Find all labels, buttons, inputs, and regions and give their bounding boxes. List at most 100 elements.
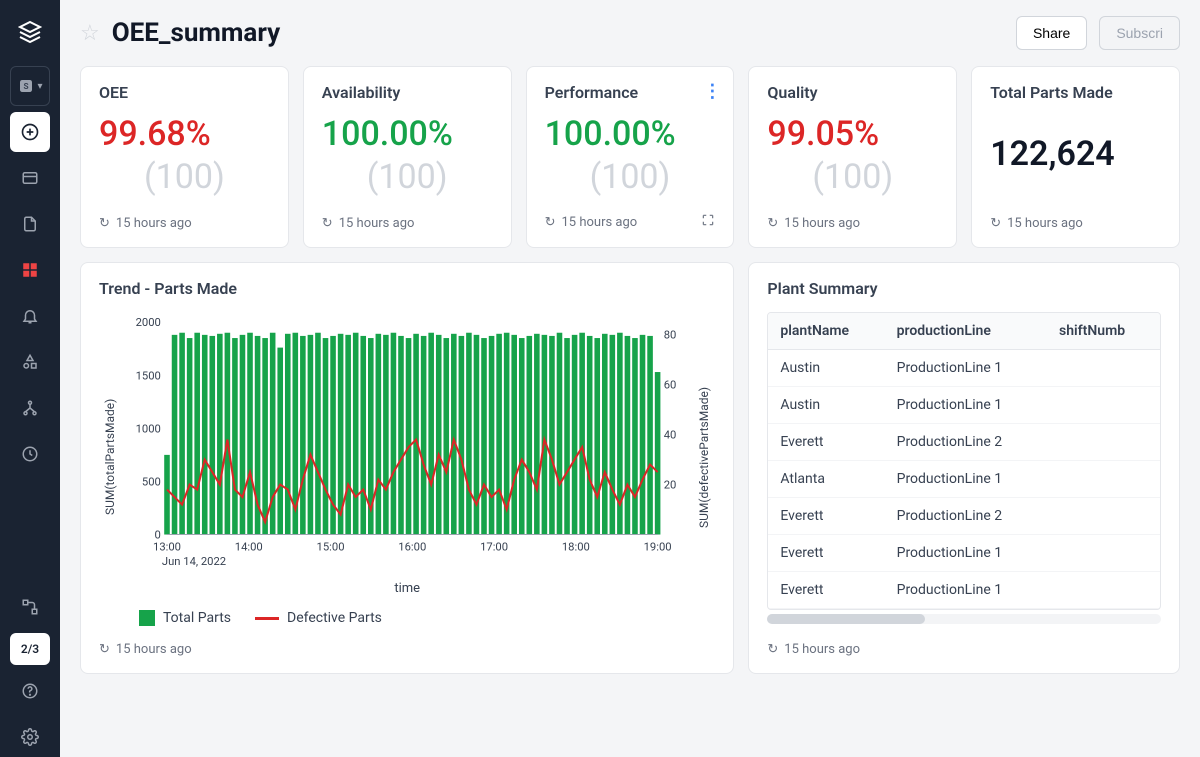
refresh-icon: ↻ bbox=[99, 216, 110, 231]
table-cell: Atlanta bbox=[768, 461, 884, 498]
history-icon[interactable] bbox=[10, 434, 50, 474]
bell-icon[interactable] bbox=[10, 296, 50, 336]
card-title: Total Parts Made bbox=[990, 83, 1161, 102]
card-title: Plant Summary bbox=[767, 279, 1161, 298]
table-cell bbox=[1047, 424, 1160, 461]
card-target: (100) bbox=[767, 157, 938, 197]
plant-table: plantNameproductionLineshiftNumbAustinPr… bbox=[768, 313, 1160, 609]
shapes-icon[interactable] bbox=[10, 342, 50, 382]
workspace-icon[interactable]: S ▾ bbox=[10, 66, 50, 106]
updated-label: 15 hours ago bbox=[1007, 216, 1083, 231]
card-icon[interactable] bbox=[10, 158, 50, 198]
settings-icon[interactable] bbox=[10, 717, 50, 757]
svg-text:40: 40 bbox=[664, 429, 677, 442]
table-row[interactable]: EverettProductionLine 2 bbox=[768, 498, 1160, 535]
table-row[interactable]: EverettProductionLine 1 bbox=[768, 572, 1160, 609]
table-cell: Everett bbox=[768, 424, 884, 461]
chart-plot[interactable]: 05001000150020002040608013:0014:0015:001… bbox=[121, 312, 693, 575]
svg-text:1000: 1000 bbox=[136, 423, 161, 436]
y1-axis-label: SUM(totalPartsMade) bbox=[99, 312, 121, 602]
svg-text:500: 500 bbox=[142, 476, 161, 489]
table-scroll[interactable]: plantNameproductionLineshiftNumbAustinPr… bbox=[767, 312, 1161, 610]
svg-text:0: 0 bbox=[155, 529, 161, 542]
card-title: OEE bbox=[99, 83, 270, 102]
legend-label: Defective Parts bbox=[287, 610, 382, 626]
svg-text:80: 80 bbox=[664, 329, 677, 342]
flow-icon[interactable] bbox=[10, 587, 50, 627]
svg-text:2000: 2000 bbox=[136, 317, 161, 330]
refresh-icon: ↻ bbox=[767, 216, 778, 231]
header: ☆ OEE_summary Share Subscri bbox=[60, 0, 1200, 66]
card-value: 100.00% bbox=[322, 116, 493, 153]
table-cell: ProductionLine 1 bbox=[885, 350, 1047, 387]
refresh-icon: ↻ bbox=[99, 642, 110, 657]
table-cell bbox=[1047, 461, 1160, 498]
table-cell bbox=[1047, 498, 1160, 535]
table-cell: Everett bbox=[768, 535, 884, 572]
document-icon[interactable] bbox=[10, 204, 50, 244]
updated-label: 15 hours ago bbox=[116, 216, 192, 231]
table-cell: ProductionLine 2 bbox=[885, 424, 1047, 461]
refresh-icon: ↻ bbox=[990, 216, 1001, 231]
svg-text:13:00: 13:00 bbox=[153, 541, 181, 554]
card-target: (100) bbox=[322, 157, 493, 197]
table-row[interactable]: EverettProductionLine 1 bbox=[768, 535, 1160, 572]
tree-icon[interactable] bbox=[10, 388, 50, 428]
table-row[interactable]: EverettProductionLine 2 bbox=[768, 424, 1160, 461]
table-cell: ProductionLine 1 bbox=[885, 387, 1047, 424]
table-cell bbox=[1047, 535, 1160, 572]
updated-label: 15 hours ago bbox=[116, 642, 192, 657]
svg-text:19:00: 19:00 bbox=[644, 541, 672, 554]
logo-icon[interactable] bbox=[10, 12, 50, 52]
card-value: 122,624 bbox=[990, 136, 1161, 173]
table-row[interactable]: AtlantaProductionLine 1 bbox=[768, 461, 1160, 498]
subscribe-button[interactable]: Subscri bbox=[1099, 16, 1180, 50]
svg-text:16:00: 16:00 bbox=[398, 541, 426, 554]
add-icon[interactable] bbox=[10, 112, 50, 152]
pager-badge[interactable]: 2/3 bbox=[10, 633, 50, 665]
svg-text:17:00: 17:00 bbox=[480, 541, 508, 554]
page-title: OEE_summary bbox=[112, 18, 280, 48]
star-icon[interactable]: ☆ bbox=[80, 21, 100, 46]
dashboard-icon[interactable] bbox=[10, 250, 50, 290]
card-target: (100) bbox=[99, 157, 270, 197]
table-cell bbox=[1047, 572, 1160, 609]
table-row[interactable]: AustinProductionLine 1 bbox=[768, 387, 1160, 424]
sidebar: S ▾ 2/3 bbox=[0, 0, 60, 757]
card-plant-summary: Plant Summary plantNameproductionLineshi… bbox=[748, 262, 1180, 674]
y2-axis-label: SUM(defectivePartsMade) bbox=[693, 312, 715, 602]
card-title: Trend - Parts Made bbox=[99, 279, 715, 298]
table-header[interactable]: productionLine bbox=[885, 313, 1047, 350]
horizontal-scrollbar[interactable] bbox=[767, 614, 1161, 624]
fullscreen-icon[interactable] bbox=[701, 213, 715, 231]
updated-label: 15 hours ago bbox=[784, 642, 860, 657]
card-title: Availability bbox=[322, 83, 493, 102]
card-trend-chart: Trend - Parts Made SUM(totalPartsMade) 0… bbox=[80, 262, 734, 674]
table-cell: Austin bbox=[768, 387, 884, 424]
legend-label: Total Parts bbox=[163, 610, 231, 626]
svg-text:1500: 1500 bbox=[136, 370, 161, 383]
table-cell: Austin bbox=[768, 350, 884, 387]
updated-label: 15 hours ago bbox=[784, 216, 860, 231]
table-header[interactable]: plantName bbox=[768, 313, 884, 350]
table-cell: Everett bbox=[768, 572, 884, 609]
card-availability: Availability 100.00% (100) ↻ 15 hours ag… bbox=[303, 66, 512, 248]
card-quality: Quality 99.05% (100) ↻ 15 hours ago bbox=[748, 66, 957, 248]
svg-text:18:00: 18:00 bbox=[562, 541, 590, 554]
card-title: Quality bbox=[767, 83, 938, 102]
table-header[interactable]: shiftNumb bbox=[1047, 313, 1160, 350]
legend-swatch-total bbox=[139, 610, 155, 626]
refresh-icon: ↻ bbox=[767, 642, 778, 657]
share-button[interactable]: Share bbox=[1016, 16, 1087, 50]
card-oee: OEE 99.68% (100) ↻ 15 hours ago bbox=[80, 66, 289, 248]
table-cell: ProductionLine 1 bbox=[885, 461, 1047, 498]
table-cell: ProductionLine 1 bbox=[885, 535, 1047, 572]
svg-text:15:00: 15:00 bbox=[317, 541, 345, 554]
svg-text:60: 60 bbox=[664, 379, 677, 392]
card-value: 99.68% bbox=[99, 116, 270, 153]
table-row[interactable]: AustinProductionLine 1 bbox=[768, 350, 1160, 387]
updated-label: 15 hours ago bbox=[339, 216, 415, 231]
help-icon[interactable] bbox=[10, 671, 50, 711]
table-cell bbox=[1047, 350, 1160, 387]
card-menu-icon[interactable]: ⋮ bbox=[703, 81, 719, 102]
